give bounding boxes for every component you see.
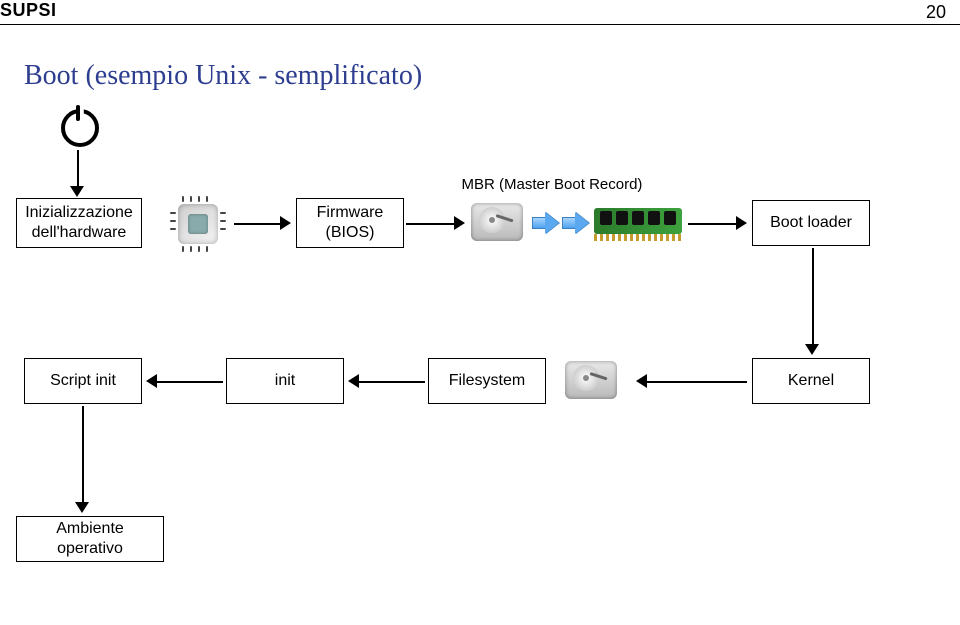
- block-arrow-icon: [532, 212, 559, 234]
- arrow-left-icon: [636, 374, 647, 388]
- arrow-down-icon: [805, 344, 819, 355]
- hdd-icon: [562, 358, 620, 402]
- arrow-down-icon: [70, 186, 84, 197]
- node-hw-init: Inizializzazionedell'hardware: [16, 198, 142, 248]
- hdd-icon: [468, 200, 526, 244]
- label-mbr: MBR (Master Boot Record): [452, 176, 652, 193]
- connector: [812, 248, 814, 344]
- header-rule: [0, 24, 960, 25]
- node-boot-loader: Boot loader: [752, 200, 870, 246]
- power-icon: [60, 108, 96, 144]
- arrow-right-icon: [736, 216, 747, 230]
- block-arrow-icon: [562, 212, 589, 234]
- connector: [234, 223, 280, 225]
- cpu-icon: [170, 196, 226, 252]
- connector: [157, 381, 223, 383]
- node-env: Ambiente operativo: [16, 516, 164, 562]
- connector: [77, 150, 79, 186]
- page-number: 20: [926, 2, 946, 23]
- slide: SUPSI 20 Boot (esempio Unix - semplifica…: [0, 0, 960, 625]
- page-title: Boot (esempio Unix - semplificato): [24, 60, 422, 92]
- connector: [406, 223, 454, 225]
- connector: [82, 406, 84, 502]
- arrow-left-icon: [348, 374, 359, 388]
- arrow-left-icon: [146, 374, 157, 388]
- connector: [688, 223, 736, 225]
- connector: [647, 381, 747, 383]
- arrow-right-icon: [454, 216, 465, 230]
- connector: [359, 381, 425, 383]
- node-filesystem: Filesystem: [428, 358, 546, 404]
- brand-logo: SUPSI: [0, 0, 57, 21]
- node-init: init: [226, 358, 344, 404]
- node-kernel: Kernel: [752, 358, 870, 404]
- node-script-init: Script init: [24, 358, 142, 404]
- arrow-right-icon: [280, 216, 291, 230]
- node-firmware: Firmware(BIOS): [296, 198, 404, 248]
- arrow-down-icon: [75, 502, 89, 513]
- ram-icon: [594, 204, 682, 244]
